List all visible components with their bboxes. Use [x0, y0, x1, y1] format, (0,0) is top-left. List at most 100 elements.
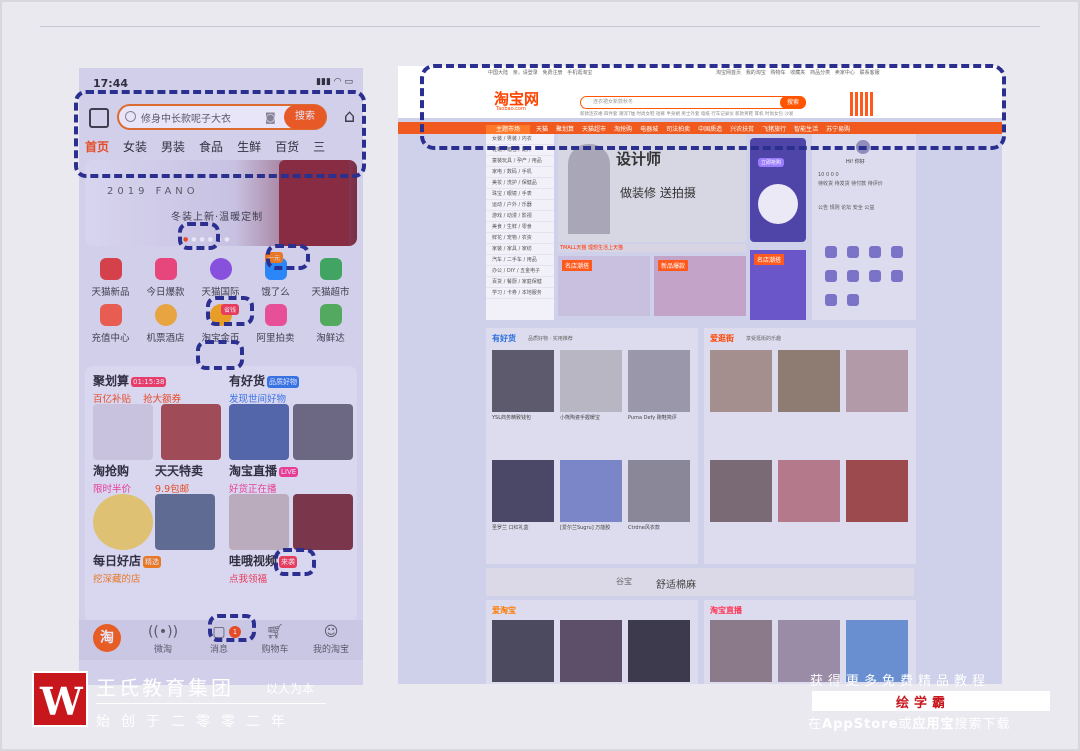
highlight-badge-video [274, 548, 316, 576]
highlight-web-header [420, 64, 1006, 150]
grid-item[interactable]: 淘鲜达 [303, 304, 358, 348]
product-card[interactable] [628, 620, 690, 682]
fashion-card[interactable] [778, 350, 840, 412]
grid-item[interactable]: 天猫超市 [303, 258, 358, 302]
product-card[interactable]: [爱尔兰Sugru] 万能胶 [560, 460, 622, 531]
highlight-badge-one [266, 244, 310, 270]
promo-download-text: 在AppStore或应用宝搜索下载 [808, 717, 1011, 732]
banner-title: 设计师 [616, 150, 662, 168]
highlight-message-badge [208, 614, 256, 642]
service-icon[interactable] [825, 294, 837, 306]
mascot-icon [154, 304, 177, 326]
product-card[interactable]: Ctrdne风衣款 [628, 460, 690, 531]
card-juhuasuan[interactable]: 聚划算 01:15:38 百亿补贴 抢大额券 [93, 372, 225, 464]
banner-subtitle: 做装修 送拍摄 [620, 186, 696, 200]
live-card[interactable] [710, 620, 772, 682]
sidebar-item[interactable]: 家电 / 数码 / 手机 [486, 167, 554, 178]
order-counts: 10 0 0 0 [818, 172, 839, 178]
sidebar-item[interactable]: 珠宝 / 眼镜 / 手表 [486, 189, 554, 200]
model-image [229, 494, 289, 550]
lightning-icon [99, 304, 122, 326]
countdown-badge: 01:15:38 [131, 376, 167, 387]
broadcast-icon: ((•)) [147, 624, 179, 640]
service-icon[interactable] [847, 294, 859, 306]
service-icon[interactable] [825, 270, 837, 282]
web-promo-tile[interactable]: 名店潮搭 [750, 250, 806, 320]
sidebar-item[interactable]: 汽车 / 二手车 / 用品 [486, 255, 554, 266]
planet-icon [209, 258, 232, 280]
service-icon[interactable] [847, 270, 859, 282]
product-card[interactable] [560, 620, 622, 682]
sidebar-item[interactable]: 美食 / 生鲜 / 零食 [486, 222, 554, 233]
tab-taobao-home[interactable]: 淘 [79, 624, 135, 652]
grid-item[interactable]: 今日爆款 [138, 258, 193, 302]
banner-portrait-image [568, 144, 610, 234]
grid-item[interactable]: 阿里拍卖 [248, 304, 303, 348]
highlight-progress [196, 340, 244, 370]
basket-icon [319, 304, 342, 326]
sidebar-item[interactable]: 运动 / 户外 / 乐器 [486, 200, 554, 211]
grid-item[interactable]: 充值中心 [83, 304, 138, 348]
feature-cards: 聚划算 01:15:38 百亿补贴 抢大额券 有好货 品质好物 发现世间好物 淘抢购… [85, 366, 357, 622]
section-youhaohuo: 有好货 品质好物 · 实用推荐 YSL商务精致钱包 小熊陶瓷手握暖宝 Puma … [486, 328, 698, 564]
fashion-card[interactable] [710, 350, 772, 412]
section-aitaobao: 爱淘宝 [486, 600, 698, 684]
company-since: 始创于二零零二年 [96, 714, 296, 730]
card-taobao-live[interactable]: 淘宝直播 LIVE 好货正在播 [229, 462, 361, 554]
product-card[interactable]: Puma Defy 跑鞋简评 [628, 350, 690, 421]
web-mid-banner[interactable]: 谷宝 舒适棉麻 [486, 568, 914, 596]
grid-item[interactable]: 天猫新品 [83, 258, 138, 302]
tab-weitao[interactable]: ((•)) 微淘 [135, 624, 191, 655]
pan-image [155, 494, 215, 550]
fashion-card[interactable] [710, 460, 772, 522]
product-card[interactable]: YSL商务精致钱包 [492, 350, 554, 421]
kettle-image [93, 494, 153, 550]
user-greeting: Hi! 你好 [846, 159, 865, 165]
sidebar-item[interactable]: 游戏 / 动漫 / 影视 [486, 211, 554, 222]
tmall-strip[interactable]: TMALL天猫 理想生活上天猫 [558, 244, 746, 252]
card-youhaohuo[interactable]: 有好货 品质好物 发现世间好物 [229, 372, 361, 464]
sidebar-item[interactable]: 美妆 / 洗护 / 保健品 [486, 178, 554, 189]
fashion-card[interactable] [846, 460, 908, 522]
highlight-badge-gold [206, 296, 254, 326]
section-aiguangjie: 爱逛街 享受逛街的乐趣 [704, 328, 916, 564]
web-category-sidebar: 女装 / 男装 / 内衣 鞋靴 / 箱包 / 配件 童装玩具 / 孕产 / 用品… [486, 134, 554, 320]
web-promo-tile[interactable]: 名店潮搭 [558, 256, 650, 316]
sidebar-item[interactable]: 家装 / 家具 / 家纺 [486, 244, 554, 255]
service-icon[interactable] [847, 246, 859, 258]
sidebar-item[interactable]: 童装玩具 / 孕产 / 用品 [486, 156, 554, 167]
notice-tabs[interactable]: 公告 规则 论坛 安全 公益 [818, 204, 874, 211]
order-labels[interactable]: 待收货 待发货 待付款 待评价 [818, 180, 883, 187]
promo-brand: 绘学霸 [896, 696, 951, 711]
web-side-ad[interactable]: 立即抢购 [750, 138, 806, 242]
web-hero-banner[interactable]: 设计师 做装修 送拍摄 [558, 134, 746, 242]
service-icon[interactable] [891, 270, 903, 282]
auction-icon [264, 304, 287, 326]
sidebar-item[interactable]: 鲜花 / 宠物 / 农资 [486, 233, 554, 244]
web-promo-tile[interactable]: 新品爆款 [654, 256, 746, 316]
sidebar-item[interactable]: 学习 / 卡券 / 本地服务 [486, 288, 554, 299]
dress-image [229, 404, 289, 460]
product-card[interactable] [492, 620, 554, 682]
service-icon[interactable] [869, 270, 881, 282]
footer-divider [96, 703, 326, 704]
service-icon[interactable] [825, 246, 837, 258]
sidebar-item[interactable]: 办公 / DIY / 五金电子 [486, 266, 554, 277]
fashion-card[interactable] [778, 460, 840, 522]
product-card[interactable]: 小熊陶瓷手握暖宝 [560, 350, 622, 421]
tab-my-taobao[interactable]: ☺ 我的淘宝 [303, 624, 359, 655]
fashion-card[interactable] [846, 350, 908, 412]
service-icon-grid [820, 242, 912, 308]
status-time: 17:44 [93, 77, 129, 90]
service-icon[interactable] [869, 246, 881, 258]
tmall-new-icon [99, 258, 122, 280]
service-icon[interactable] [891, 246, 903, 258]
top-divider [40, 26, 1040, 27]
sidebar-item[interactable]: 百货 / 餐厨 / 家庭保健 [486, 277, 554, 288]
blazer-image [293, 404, 353, 460]
hot-deal-icon [154, 258, 177, 280]
grid-item[interactable]: 机票酒店 [138, 304, 193, 348]
product-card[interactable]: 圣罗兰 口红礼盒 [492, 460, 554, 531]
card-tiantiantemai[interactable]: 天天特卖 9.9包邮 [155, 462, 219, 554]
company-motto: 以人为本 [266, 682, 315, 696]
